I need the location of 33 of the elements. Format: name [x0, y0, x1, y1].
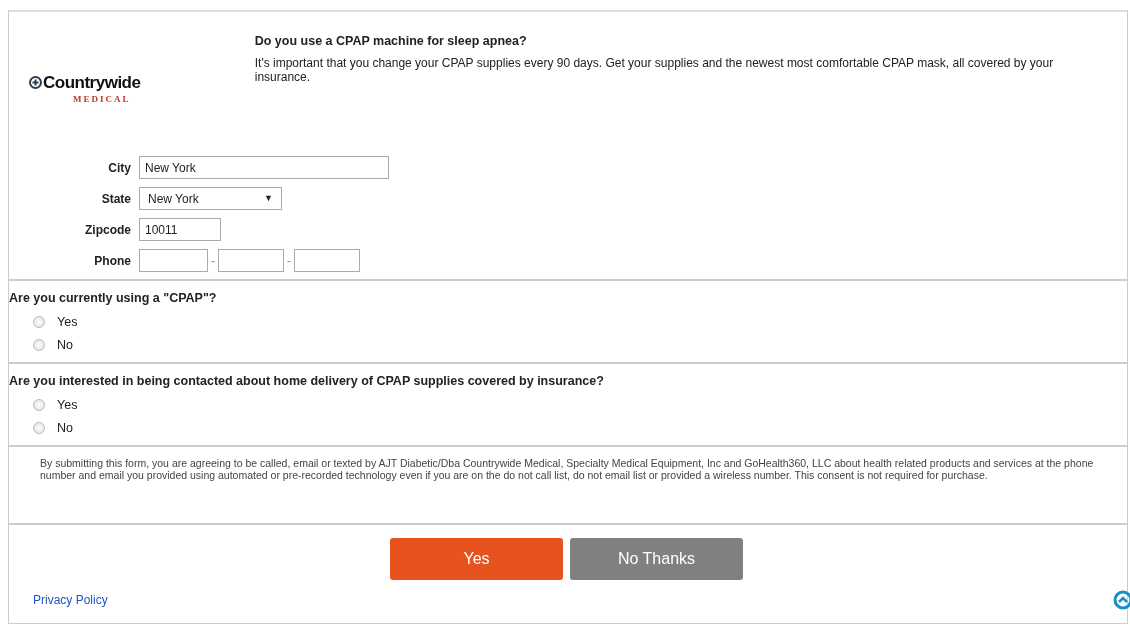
- separator-text: -: [286, 252, 292, 270]
- plus-circle-icon: [29, 76, 42, 89]
- city-field[interactable]: New York: [139, 156, 389, 179]
- radio-option[interactable]: No: [9, 416, 1127, 440]
- radio-option[interactable]: Yes: [9, 393, 1127, 417]
- phone-field[interactable]: [139, 249, 208, 272]
- phone-field[interactable]: [218, 249, 284, 272]
- yes-button[interactable]: Yes: [390, 537, 563, 580]
- radio-option[interactable]: Yes: [9, 310, 1127, 334]
- privacy-policy-link[interactable]: Privacy Policy: [33, 590, 108, 609]
- separator-text: -: [210, 252, 216, 270]
- offer-title: Do you use a CPAP machine for sleep apnea?: [254, 33, 528, 50]
- radio-button[interactable]: [33, 316, 45, 329]
- radio-button[interactable]: [33, 399, 45, 411]
- radio-button[interactable]: [33, 422, 45, 434]
- consent-text: By submitting this form, you are agreeing to be called, email or texted by AJT Diabetic/Dba Countrywide Medical, Specialty Medical Equipment, Inc and GoHealth360, LLC about health related products and services at the phone number and email you provided using automated or pre-recorded technology even if you are on the do not call list, do not email list or provided a wireless number. This consent is not required for purchase.: [39, 455, 1095, 483]
- field-label: Zipcode: [84, 221, 132, 239]
- field-label: State: [100, 190, 132, 208]
- field-label: Phone: [93, 252, 132, 270]
- offer-text: It's important that you change your CPAP supplies every 90 days. Get your supplies and the newest most comfortable CPAP mask, all covered by your insurance.: [254, 56, 1055, 85]
- logo-subtitle: MEDICAL: [73, 93, 131, 106]
- caret-icon: ▼: [264, 191, 273, 206]
- state-dropdown[interactable]: New York ▼: [139, 187, 282, 210]
- radio-option[interactable]: No: [9, 333, 1127, 357]
- radio-button[interactable]: [33, 339, 45, 352]
- field-label: City: [107, 159, 132, 177]
- logo-text: Countrywide: [43, 74, 141, 91]
- no-thanks-button[interactable]: No Thanks: [570, 537, 743, 580]
- phone-field[interactable]: [294, 249, 360, 272]
- question-text: Are you currently using a "CPAP"?: [9, 290, 218, 307]
- question-text: Are you interested in being contacted about home delivery of CPAP supplies covered by insurance?: [9, 372, 605, 390]
- scroll-up-icon[interactable]: [1113, 589, 1130, 610]
- zipcode-field[interactable]: 10011: [139, 218, 221, 241]
